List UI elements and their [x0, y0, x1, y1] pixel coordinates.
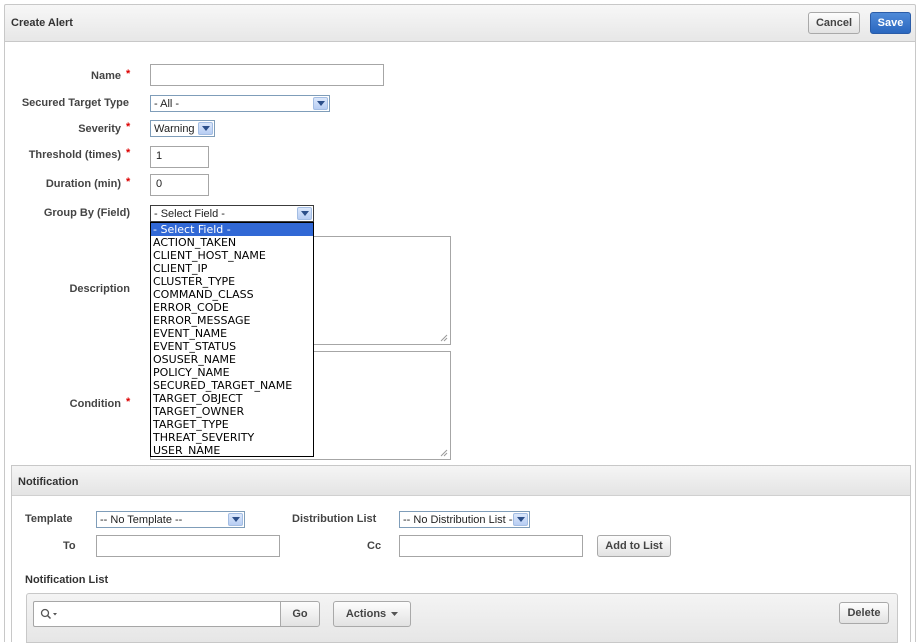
name-required-marker: * — [126, 68, 131, 80]
duration-label: Duration (min) — [45, 178, 121, 190]
dropdown-option[interactable]: OSUSER_NAME — [151, 353, 313, 366]
duration-required-marker: * — [126, 176, 131, 188]
actions-menu-button[interactable]: Actions — [333, 601, 411, 627]
threshold-required-marker: * — [126, 147, 131, 159]
condition-required-marker: * — [126, 396, 131, 408]
dropdown-option[interactable]: ACTION_TAKEN — [151, 236, 313, 249]
threshold-input[interactable]: 1 — [150, 146, 209, 168]
cancel-button[interactable]: Cancel — [808, 12, 860, 34]
duration-input[interactable]: 0 — [150, 174, 209, 196]
cc-input[interactable] — [399, 535, 583, 557]
distribution-list-value: -- No Distribution List -- — [403, 513, 517, 526]
dropdown-option[interactable]: SECURED_TARGET_NAME — [151, 379, 313, 392]
dropdown-option[interactable]: - Select Field - — [151, 223, 313, 236]
page-header: Create Alert Cancel Save — [4, 4, 916, 42]
search-icon[interactable] — [40, 608, 58, 620]
notification-list-title: Notification List — [25, 574, 109, 586]
delete-button[interactable]: Delete — [839, 602, 889, 624]
page-title: Create Alert — [11, 17, 73, 29]
chevron-down-icon — [513, 513, 528, 526]
go-button[interactable]: Go — [280, 601, 320, 627]
notification-title: Notification — [18, 476, 79, 488]
severity-value: Warning — [154, 122, 195, 135]
template-value: -- No Template -- — [100, 513, 183, 526]
notification-search-input[interactable] — [33, 601, 281, 627]
actions-label: Actions — [345, 608, 387, 620]
dropdown-option[interactable]: TARGET_OBJECT — [151, 392, 313, 405]
notification-region: Notification Template -- No Template -- … — [11, 465, 911, 643]
template-label: Template — [25, 513, 73, 525]
secured-target-type-select[interactable]: - All - — [150, 95, 330, 112]
secured-target-type-label: Secured Target Type — [21, 97, 129, 109]
dropdown-option[interactable]: ERROR_CODE — [151, 301, 313, 314]
dropdown-option[interactable]: CLIENT_IP — [151, 262, 313, 275]
dropdown-option[interactable]: USER_NAME — [151, 444, 313, 457]
dropdown-option[interactable]: EVENT_NAME — [151, 327, 313, 340]
chevron-down-icon — [198, 122, 213, 135]
dropdown-option[interactable]: POLICY_NAME — [151, 366, 313, 379]
dropdown-option[interactable]: TARGET_OWNER — [151, 405, 313, 418]
severity-label: Severity — [78, 123, 121, 135]
dropdown-option[interactable]: EVENT_STATUS — [151, 340, 313, 353]
dropdown-option[interactable]: CLUSTER_TYPE — [151, 275, 313, 288]
dropdown-option[interactable]: TARGET_TYPE — [151, 418, 313, 431]
severity-select[interactable]: Warning — [150, 120, 215, 137]
group-by-label: Group By (Field) — [43, 207, 130, 219]
name-label: Name — [91, 70, 121, 82]
resize-grip-icon[interactable] — [440, 334, 448, 342]
secured-target-type-value: - All - — [154, 97, 180, 110]
threshold-label: Threshold (times) — [28, 149, 121, 161]
name-input[interactable] — [150, 64, 384, 86]
to-label: To — [63, 540, 76, 552]
chevron-down-icon — [228, 513, 243, 526]
to-input[interactable] — [96, 535, 280, 557]
distribution-list-label: Distribution List — [292, 513, 377, 525]
distribution-list-select[interactable]: -- No Distribution List -- — [399, 511, 530, 528]
notification-list-toolbar: Go Actions Delete — [26, 593, 898, 643]
dropdown-option[interactable]: CLIENT_HOST_NAME — [151, 249, 313, 262]
dropdown-option[interactable]: ERROR_MESSAGE — [151, 314, 313, 327]
save-button[interactable]: Save — [870, 12, 911, 34]
cc-label: Cc — [367, 540, 382, 552]
add-to-list-button[interactable]: Add to List — [597, 535, 671, 557]
dropdown-option[interactable]: COMMAND_CLASS — [151, 288, 313, 301]
description-label: Description — [69, 283, 130, 295]
template-select[interactable]: -- No Template -- — [96, 511, 245, 528]
dropdown-option[interactable]: THREAT_SEVERITY — [151, 431, 313, 444]
severity-required-marker: * — [126, 121, 131, 133]
chevron-down-icon — [313, 97, 328, 110]
notification-header: Notification — [12, 466, 910, 496]
group-by-dropdown-list[interactable]: - Select Field - ACTION_TAKEN CLIENT_HOS… — [150, 222, 314, 457]
resize-grip-icon[interactable] — [440, 449, 448, 457]
caret-down-icon — [391, 611, 399, 616]
group-by-value: - Select Field - — [154, 207, 225, 220]
group-by-select[interactable]: - Select Field - — [150, 205, 314, 222]
condition-label: Condition — [69, 398, 121, 410]
chevron-down-icon — [297, 207, 312, 220]
